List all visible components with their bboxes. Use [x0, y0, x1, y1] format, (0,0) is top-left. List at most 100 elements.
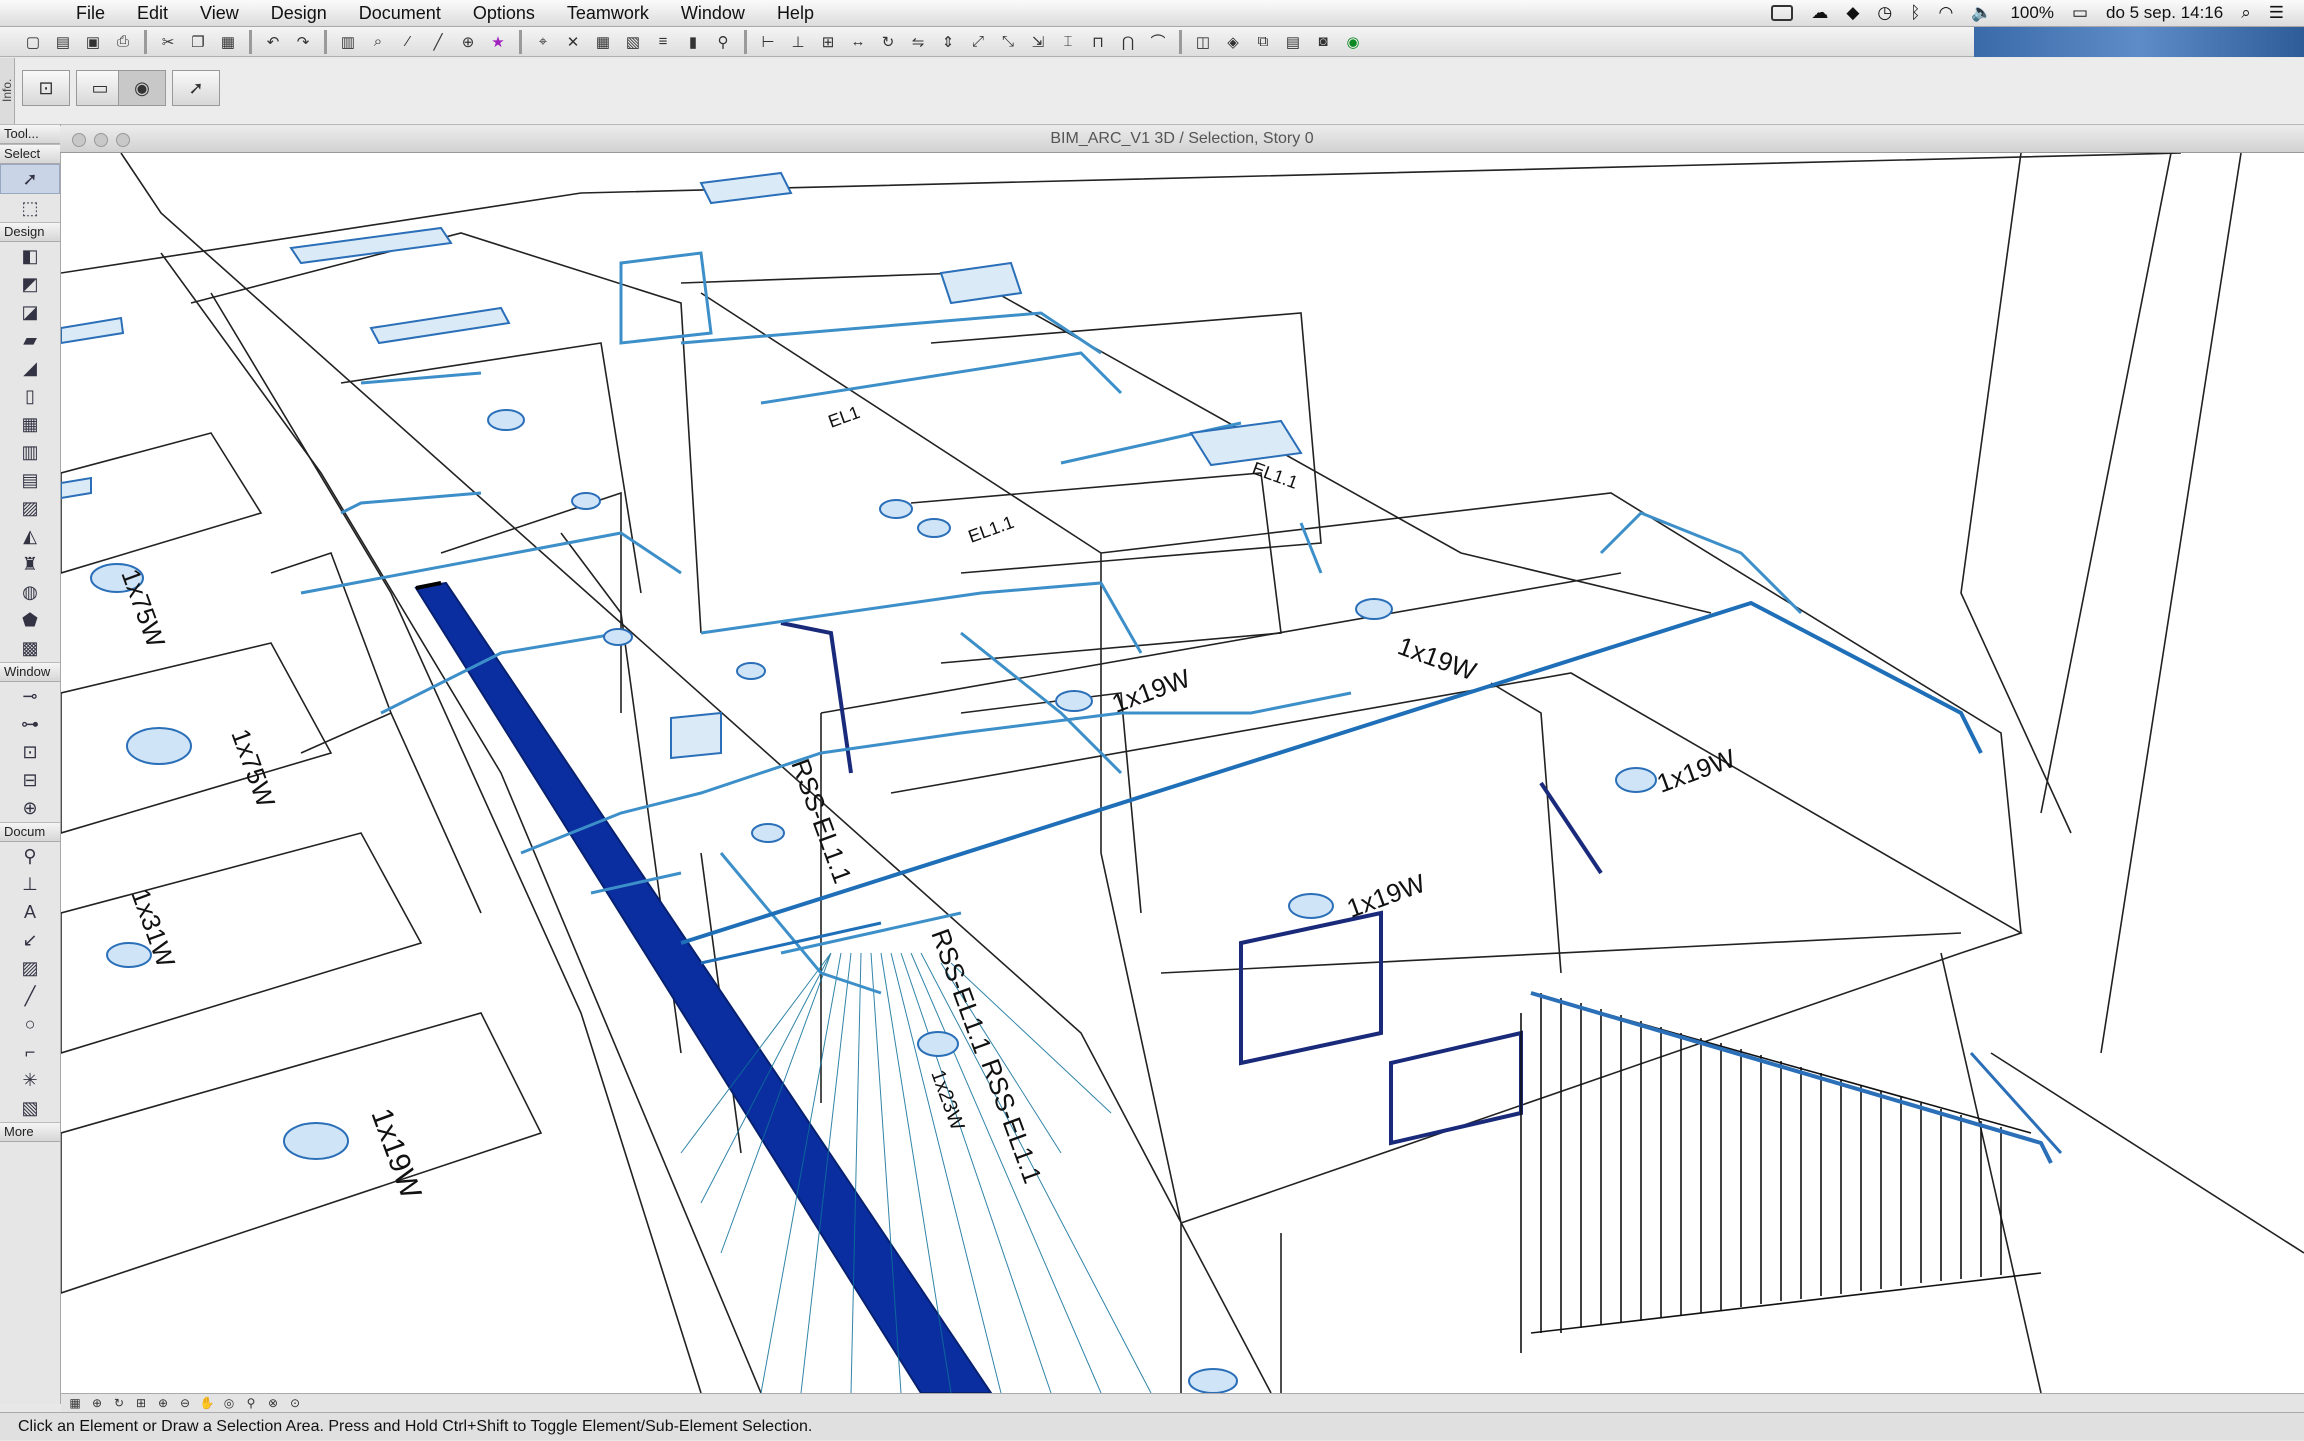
detail-tool-icon[interactable]: ⊕ [0, 794, 60, 822]
render-icon[interactable]: ◈ [1220, 30, 1246, 54]
spotlight-icon[interactable]: ⌕ [2241, 3, 2251, 23]
notification-icon[interactable]: ☰ [2269, 3, 2284, 23]
teamwork-icon[interactable]: ◉ [1340, 30, 1366, 54]
zoom-in-icon[interactable]: ⊕ [153, 1396, 173, 1410]
lock-3d-icon[interactable]: ◉ [118, 70, 166, 106]
morph-tool-icon[interactable]: ▩ [0, 634, 60, 662]
menu-file[interactable]: File [60, 3, 121, 24]
drag-icon[interactable]: ⤢ [965, 30, 991, 54]
shell-tool-icon[interactable]: ▯ [0, 382, 60, 410]
hotspot-tool-icon[interactable]: ✳ [0, 1066, 60, 1094]
walk-icon[interactable]: ⚲ [241, 1396, 261, 1410]
wand-icon[interactable]: ⚲ [710, 30, 736, 54]
grid-icon[interactable]: ▦ [590, 30, 616, 54]
section-document[interactable]: Docum [0, 822, 60, 842]
save-icon[interactable]: ▣ [80, 30, 106, 54]
arrow-tool-icon[interactable]: ➚ [0, 164, 60, 194]
pan-icon[interactable]: ✋ [197, 1396, 217, 1410]
next-zoom-icon[interactable]: ⊙ [285, 1396, 305, 1410]
menu-help[interactable]: Help [761, 3, 830, 24]
model-view[interactable]: 1x19W 1x19W 1x19W 1x19W 1x75W 1x75W 1x31… [61, 153, 2304, 1393]
section-design[interactable]: Design [0, 222, 60, 242]
level-dimension-icon[interactable]: ⊥ [0, 870, 60, 898]
menu-options[interactable]: Options [457, 3, 551, 24]
slab-tool-icon[interactable]: ▰ [0, 326, 60, 354]
copy-icon[interactable]: ❐ [185, 30, 211, 54]
marquee-tool-icon[interactable]: ⬚ [0, 194, 60, 222]
bluetooth-icon[interactable]: ᛒ [1910, 3, 1920, 23]
syringe-icon[interactable]: ╱ [425, 30, 451, 54]
close-button[interactable] [72, 133, 86, 147]
section-more[interactable]: More [0, 1122, 60, 1142]
battery-percent[interactable]: 100% [2010, 3, 2053, 23]
orbit-icon[interactable]: ↻ [109, 1396, 129, 1410]
split-icon[interactable]: ⌶ [1055, 30, 1081, 54]
print-icon[interactable]: ⎙ [110, 30, 136, 54]
column-tool-icon[interactable]: ◩ [0, 270, 60, 298]
fillet-icon[interactable]: ⌒ [1145, 30, 1171, 54]
rotate-icon[interactable]: ↻ [875, 30, 901, 54]
redo-icon[interactable]: ↷ [290, 30, 316, 54]
layout-icon[interactable]: ▦ [65, 1396, 85, 1410]
cloud-icon[interactable]: ☁ [1811, 3, 1828, 23]
window-titlebar[interactable]: BIM_ARC_V1 3D / Selection, Story 0 [60, 126, 2304, 153]
snap-icon[interactable]: ⌖ [530, 30, 556, 54]
selection-method-icon[interactable]: ⊡ [22, 70, 70, 106]
lamp-tool-icon[interactable]: ◍ [0, 578, 60, 606]
stair-tool-icon[interactable]: ▤ [0, 466, 60, 494]
menu-edit[interactable]: Edit [121, 3, 184, 24]
railing-tool-icon[interactable]: ▨ [0, 494, 60, 522]
label-tool-icon[interactable]: ↙ [0, 926, 60, 954]
layer-combo-icon[interactable]: ▧ [620, 30, 646, 54]
text-tool-icon[interactable]: A [0, 898, 60, 926]
worksheet-tool-icon[interactable]: ⊟ [0, 766, 60, 794]
cut-icon[interactable]: ✂ [155, 30, 181, 54]
intersect-icon[interactable]: ⋂ [1115, 30, 1141, 54]
previous-zoom-icon[interactable]: ⊗ [263, 1396, 283, 1410]
volume-icon[interactable]: 🔈 [1971, 3, 1992, 23]
adjust-icon[interactable]: ⊓ [1085, 30, 1111, 54]
polyline-tool-icon[interactable]: ⌐ [0, 1038, 60, 1066]
mesh-tool-icon[interactable]: ◭ [0, 522, 60, 550]
menu-window[interactable]: Window [665, 3, 761, 24]
object-tool-icon[interactable]: ♜ [0, 550, 60, 578]
photo-icon[interactable]: ◙ [1310, 30, 1336, 54]
minimize-button[interactable] [94, 133, 108, 147]
curtain-wall-tool-icon[interactable]: ▥ [0, 438, 60, 466]
elevate-icon[interactable]: ⇕ [935, 30, 961, 54]
timemachine-icon[interactable]: ◷ [1877, 3, 1892, 23]
paste-icon[interactable]: ▦ [215, 30, 241, 54]
section-tool-icon[interactable]: ⊸ [0, 682, 60, 710]
roof-tool-icon[interactable]: ◢ [0, 354, 60, 382]
pen-set-icon[interactable]: ≡ [650, 30, 676, 54]
stretch-icon[interactable]: ⇲ [1025, 30, 1051, 54]
favorites-star-icon[interactable]: ★ [485, 30, 511, 54]
drawing-tool-icon[interactable]: ▧ [0, 1094, 60, 1122]
section-window[interactable]: Window [0, 662, 60, 682]
3d-window-icon[interactable]: ◫ [1190, 30, 1216, 54]
dropbox-icon[interactable]: ◆ [1846, 3, 1859, 23]
guide-icon[interactable]: ✕ [560, 30, 586, 54]
magic-wand-icon[interactable]: ⊕ [455, 30, 481, 54]
menu-document[interactable]: Document [343, 3, 457, 24]
skylight-tool-icon[interactable]: ▦ [0, 410, 60, 438]
find-icon[interactable]: ⌕ [365, 30, 391, 54]
circle-tool-icon[interactable]: ○ [0, 1010, 60, 1038]
mirror-icon[interactable]: ⇋ [905, 30, 931, 54]
new-icon[interactable]: ▢ [20, 30, 46, 54]
interior-elevation-icon[interactable]: ⊡ [0, 738, 60, 766]
elevation-icon[interactable]: ⊥ [785, 30, 811, 54]
pointer-icon[interactable]: ➚ [172, 70, 220, 106]
line-tool-icon[interactable]: ╱ [0, 982, 60, 1010]
navigator-icon[interactable]: ⧉ [1250, 30, 1276, 54]
dimension-icon[interactable]: ⊢ [755, 30, 781, 54]
clock[interactable]: do 5 sep. 14:16 [2106, 3, 2223, 23]
elevation-tool-icon[interactable]: ⊶ [0, 710, 60, 738]
wifi-icon[interactable]: ◠ [1938, 3, 1953, 23]
dimension-tool-icon[interactable]: ⚲ [0, 842, 60, 870]
undo-icon[interactable]: ↶ [260, 30, 286, 54]
open-icon[interactable]: ▤ [50, 30, 76, 54]
move-icon[interactable]: ↔ [845, 30, 871, 54]
zoom-icon[interactable]: ⊕ [87, 1396, 107, 1410]
fit-icon[interactable]: ⊞ [131, 1396, 151, 1410]
